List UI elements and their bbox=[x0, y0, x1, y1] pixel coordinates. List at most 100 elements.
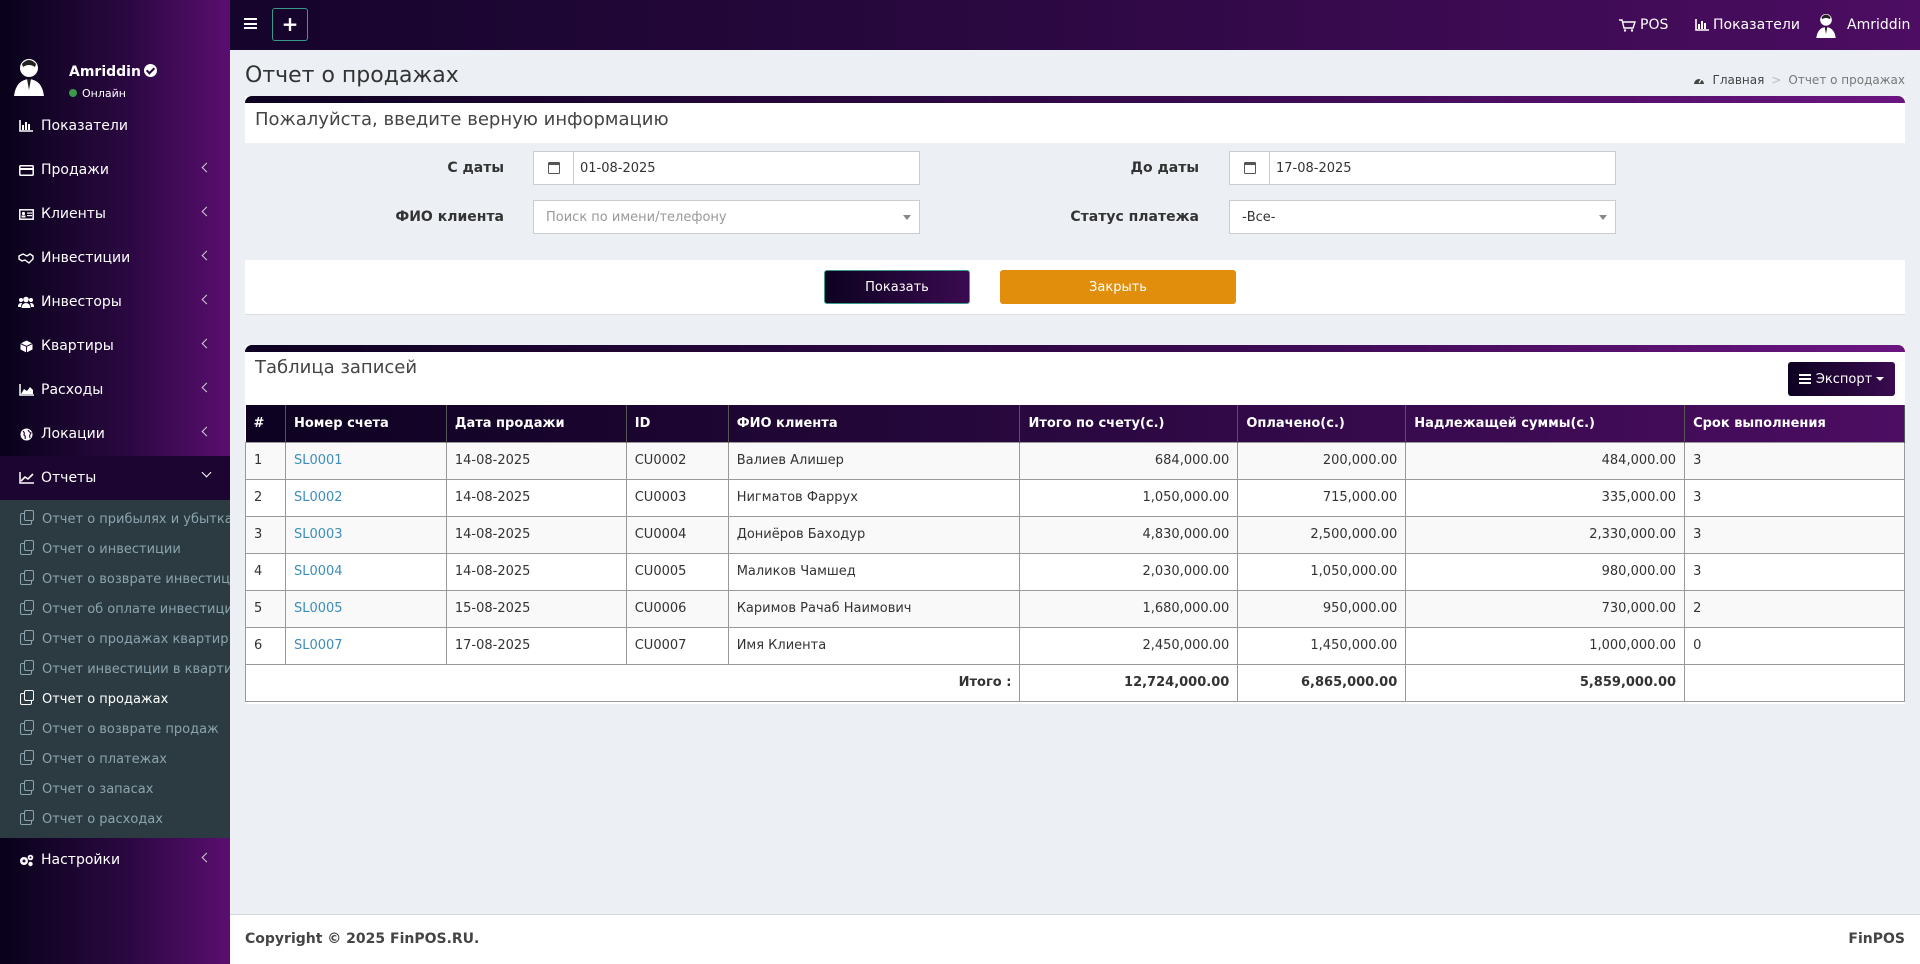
sidebar-item-label: Инвесторы bbox=[41, 294, 122, 310]
sidebar-item-investors[interactable]: Инвесторы bbox=[0, 280, 230, 324]
nav-user-menu[interactable]: Amriddin bbox=[1815, 0, 1910, 50]
submenu-apartment-investment[interactable]: Отчет инвестиции в квартиры bbox=[0, 654, 230, 684]
term: 2 bbox=[1684, 589, 1905, 628]
submenu-label: Отчет о продажах bbox=[42, 691, 169, 707]
user-status: Онлайн bbox=[69, 87, 126, 100]
submenu-label: Отчет о инвестиции bbox=[42, 541, 181, 557]
submenu-apartment-sales[interactable]: Отчет о продажах квартир bbox=[0, 624, 230, 654]
export-label: Экспорт bbox=[1815, 371, 1873, 387]
submenu-investment-return[interactable]: Отчет о возврате инвестиции bbox=[0, 564, 230, 594]
sidebar-item-dashboard[interactable]: Показатели bbox=[0, 104, 230, 148]
column-header[interactable]: # bbox=[245, 405, 286, 442]
due-amount: 980,000.00 bbox=[1405, 552, 1686, 591]
user-status-text: Онлайн bbox=[82, 87, 126, 100]
submenu-label: Отчет о продажах квартир bbox=[42, 631, 229, 647]
client-search-select[interactable]: Поиск по имени/телефону bbox=[533, 200, 920, 234]
invoice-link[interactable]: SL0005 bbox=[294, 601, 343, 616]
show-button[interactable]: Показать bbox=[824, 270, 970, 304]
payment-status-label: Статус платежа bbox=[1070, 209, 1199, 225]
invoice-link[interactable]: SL0001 bbox=[294, 453, 343, 468]
chevron-left-icon bbox=[201, 206, 212, 217]
export-button[interactable]: Экспорт bbox=[1788, 362, 1895, 396]
to-date-input[interactable]: 17-08-2025 bbox=[1229, 151, 1616, 185]
from-date-input[interactable]: 01-08-2025 bbox=[533, 151, 920, 185]
paid-amount: 1,450,000.00 bbox=[1237, 626, 1407, 665]
totals-empty-cell bbox=[1684, 663, 1905, 702]
sidebar-item-apartments[interactable]: Квартиры bbox=[0, 324, 230, 368]
from-date-value: 01-08-2025 bbox=[580, 160, 656, 176]
sidebar-item-clients[interactable]: Клиенты bbox=[0, 192, 230, 236]
invoice-link[interactable]: SL0003 bbox=[294, 527, 343, 542]
submenu-sales-return[interactable]: Отчет о возврате продаж bbox=[0, 714, 230, 744]
user-panel: Amriddin Онлайн bbox=[12, 56, 222, 104]
due-amount: 2,330,000.00 bbox=[1405, 515, 1686, 554]
client-id: CU0002 bbox=[625, 441, 729, 480]
to-date-value: 17-08-2025 bbox=[1276, 160, 1352, 176]
sidebar-item-settings[interactable]: Настройки bbox=[0, 838, 230, 882]
invoice-link[interactable]: SL0004 bbox=[294, 564, 343, 579]
submenu-payments[interactable]: Отчет о платежах bbox=[0, 744, 230, 774]
column-header[interactable]: Номер счета bbox=[285, 405, 447, 442]
client-id: CU0005 bbox=[625, 552, 729, 591]
nav-user-name: Amriddin bbox=[1847, 17, 1911, 33]
paid-amount: 950,000.00 bbox=[1237, 589, 1407, 628]
table-row: 1 SL0001 14-08-2025 CU0002 Валиев Алишер… bbox=[245, 441, 1905, 480]
sidebar-item-label: Клиенты bbox=[41, 206, 106, 222]
sidebar: Amriddin Онлайн Показатели Продажи Клиен… bbox=[0, 0, 230, 964]
sidebar-item-investments[interactable]: Инвестиции bbox=[0, 236, 230, 280]
column-header[interactable]: ФИО клиента bbox=[728, 405, 1021, 442]
invoice-link[interactable]: SL0002 bbox=[294, 490, 343, 505]
due-amount: 730,000.00 bbox=[1405, 589, 1686, 628]
avatar bbox=[1816, 14, 1836, 38]
sidebar-item-reports[interactable]: Отчеты bbox=[0, 456, 230, 500]
breadcrumb-home[interactable]: Главная bbox=[1713, 73, 1765, 87]
sidebar-item-sales[interactable]: Продажи bbox=[0, 148, 230, 192]
sale-date: 14-08-2025 bbox=[445, 552, 627, 591]
submenu-stock[interactable]: Отчет о запасах bbox=[0, 774, 230, 804]
menu-icon bbox=[1798, 374, 1811, 384]
nav-dashboard[interactable]: Показатели bbox=[1695, 0, 1800, 50]
column-header[interactable]: Срок выполнения bbox=[1684, 405, 1905, 442]
column-header[interactable]: Оплачено(с.) bbox=[1237, 405, 1407, 442]
submenu-investment-payment[interactable]: Отчет об оплате инвестиции bbox=[0, 594, 230, 624]
submenu-profit-loss[interactable]: Отчет о прибылях и убытках bbox=[0, 504, 230, 534]
column-header[interactable]: Дата продажи bbox=[446, 405, 627, 442]
close-button[interactable]: Закрыть bbox=[1000, 270, 1236, 304]
invoice-cell: SL0002 bbox=[284, 478, 447, 517]
sidebar-item-label: Показатели bbox=[41, 118, 128, 134]
footer: Copyright © 2025 FinPOS.RU. FinPOS bbox=[230, 914, 1920, 964]
records-table: # Номер счета Дата продажи ID ФИО клиент… bbox=[244, 405, 1905, 702]
due-amount: 1,000,000.00 bbox=[1405, 626, 1686, 665]
submenu-investment[interactable]: Отчет о инвестиции bbox=[0, 534, 230, 564]
client-name: Каримов Рачаб Наимович bbox=[727, 589, 1021, 628]
menu-toggle-icon[interactable] bbox=[244, 18, 257, 29]
sidebar-item-expenses[interactable]: Расходы bbox=[0, 368, 230, 412]
invoice-link[interactable]: SL0007 bbox=[294, 638, 343, 653]
sale-date: 14-08-2025 bbox=[445, 478, 627, 517]
handshake-icon bbox=[18, 251, 34, 265]
sidebar-item-locations[interactable]: Локации bbox=[0, 412, 230, 456]
reports-submenu: Отчет о прибылях и убытках Отчет о инвес… bbox=[0, 500, 230, 838]
invoice-cell: SL0007 bbox=[284, 626, 447, 665]
column-header[interactable]: Итого по счету(с.) bbox=[1019, 405, 1239, 442]
column-header[interactable]: Надлежащей суммы(с.) bbox=[1405, 405, 1686, 442]
client-id: CU0004 bbox=[625, 515, 729, 554]
submenu-sales[interactable]: Отчет о продажах bbox=[0, 684, 230, 714]
id-card-icon bbox=[18, 207, 34, 221]
client-id: CU0003 bbox=[625, 478, 729, 517]
submenu-expenses[interactable]: Отчет о расходах bbox=[0, 804, 230, 834]
invoice-total: 4,830,000.00 bbox=[1019, 515, 1239, 554]
invoice-cell: SL0005 bbox=[284, 589, 447, 628]
total-paid: 6,865,000.00 bbox=[1237, 663, 1407, 702]
copy-icon bbox=[20, 750, 34, 765]
add-button[interactable]: + bbox=[272, 8, 308, 41]
chevron-left-icon bbox=[201, 162, 212, 173]
copy-icon bbox=[20, 600, 34, 615]
column-header[interactable]: ID bbox=[626, 405, 729, 442]
invoice-total: 2,450,000.00 bbox=[1019, 626, 1239, 665]
row-number: 1 bbox=[245, 441, 286, 480]
bar-chart-icon bbox=[18, 119, 34, 133]
payment-status-select[interactable]: -Все- bbox=[1229, 200, 1616, 234]
copy-icon bbox=[20, 810, 34, 825]
nav-pos[interactable]: POS bbox=[1618, 0, 1668, 50]
